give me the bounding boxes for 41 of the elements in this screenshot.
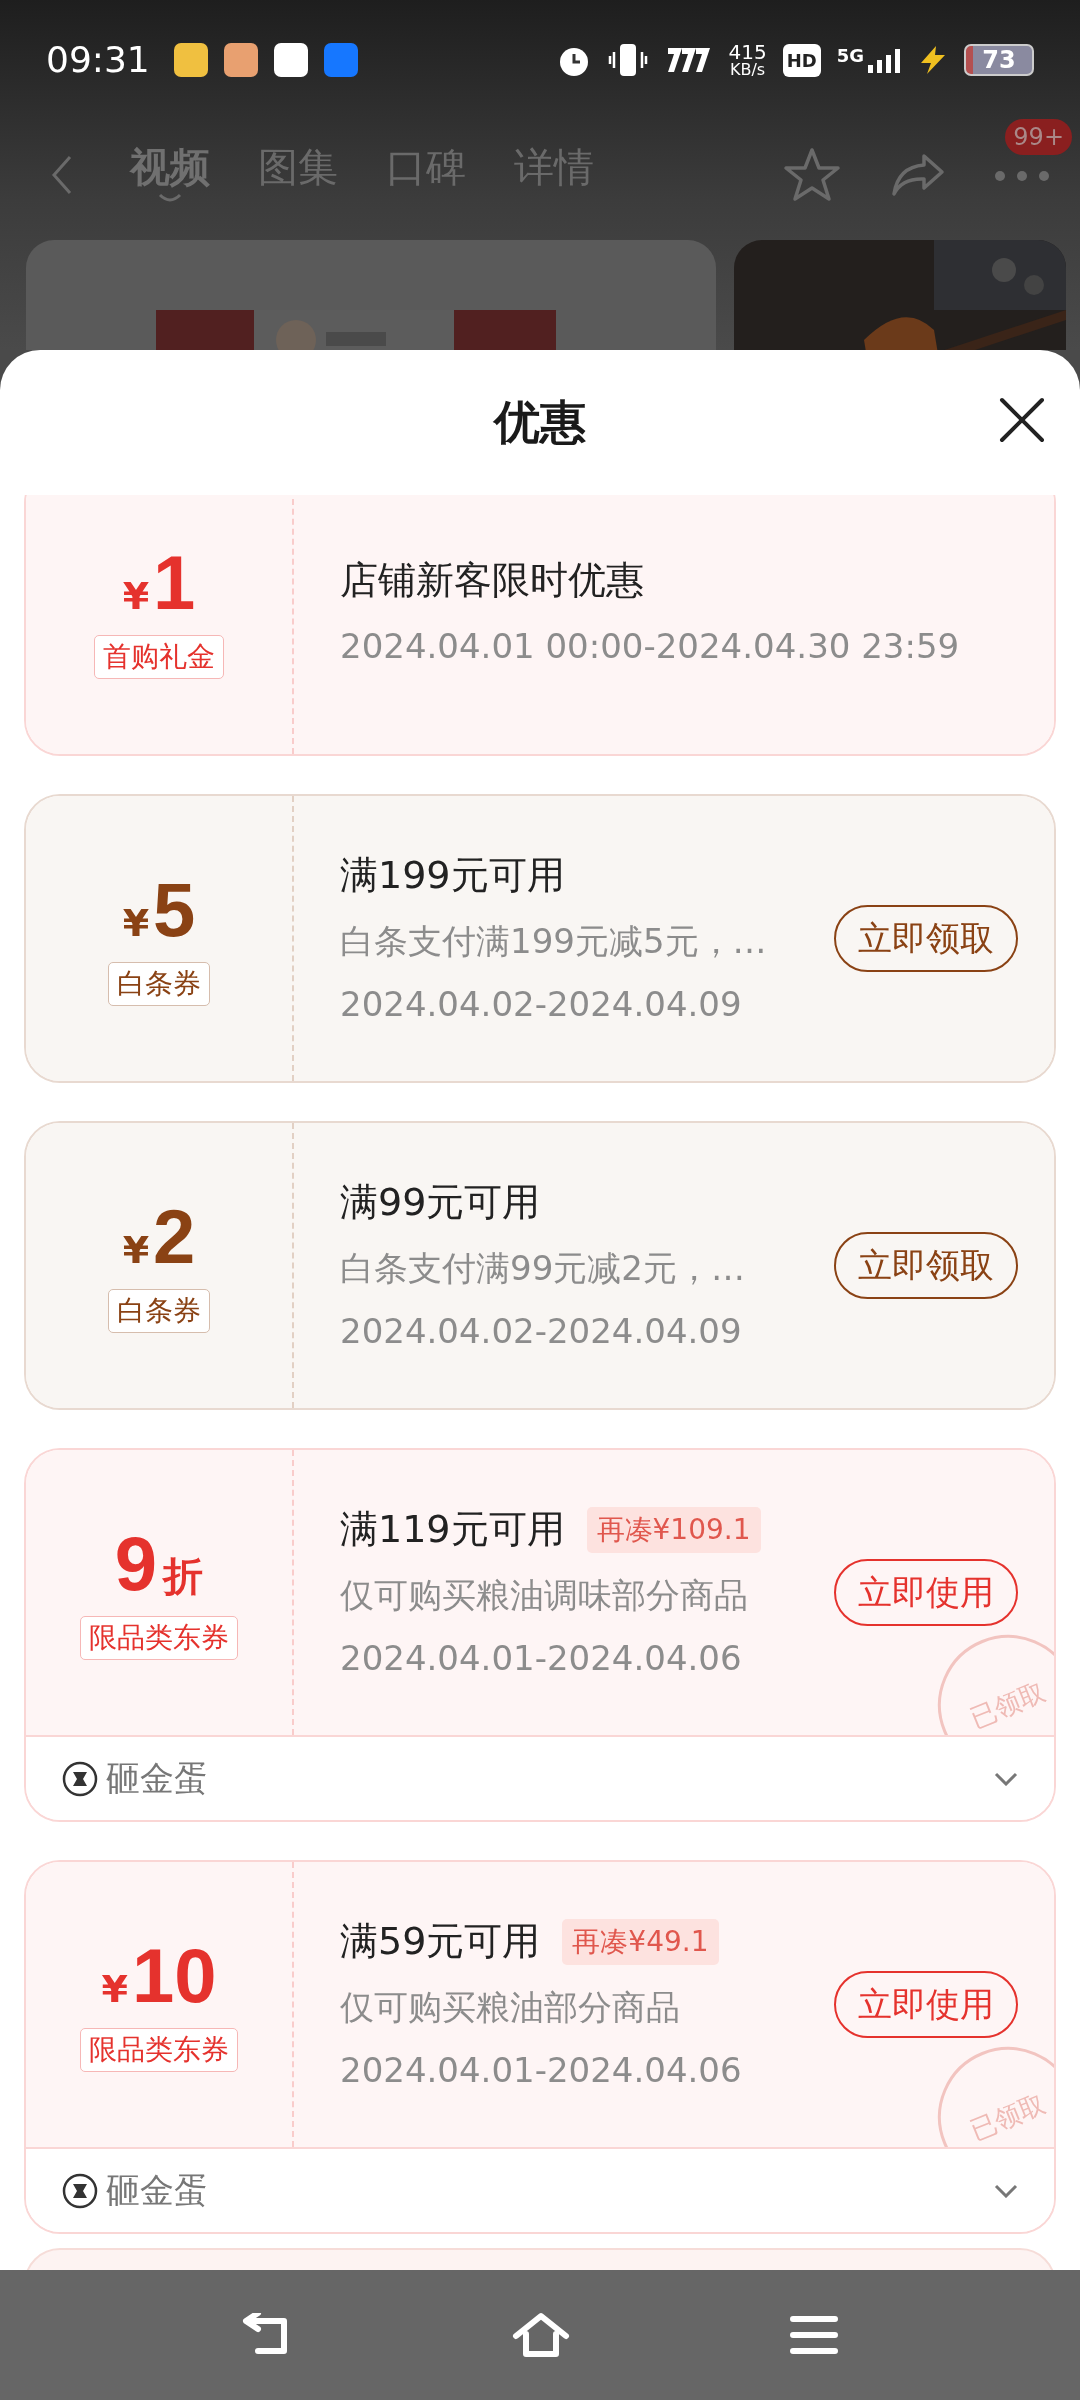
coupon-type-label: 限品类东券: [80, 1615, 238, 1660]
speed-unit: KB/s: [729, 62, 766, 78]
coupon-amount: 9折: [114, 1525, 204, 1602]
coupon-title: 满199元可用: [340, 852, 565, 899]
validity-dates: 2024.04.02-2024.04.09: [340, 983, 743, 1026]
coupon-title: 满59元可用: [340, 1918, 541, 1965]
clock-time: 09:31: [46, 38, 150, 82]
claim-button[interactable]: 立即使用: [834, 1971, 1018, 2038]
claim-button[interactable]: 立即领取: [834, 905, 1018, 972]
coupon-type-label: 白条券: [108, 961, 210, 1006]
coupon-title: 满99元可用: [340, 1179, 541, 1226]
validity-dates: 2024.04.01-2024.04.06: [340, 1637, 743, 1680]
coupon-description: 仅可购买粮油部分商品: [340, 1986, 681, 2029]
validity-dates: 2024.04.02-2024.04.09: [340, 1310, 743, 1353]
promotion-label: 砸金蛋: [106, 1757, 208, 1800]
coupon-description: 白条支付满199元减5元，…: [340, 920, 768, 963]
coupon-amount: ¥2: [122, 1198, 196, 1275]
coupon-description: 白条支付满99元减2元，…: [340, 1247, 746, 1290]
coupon-type-label: 限品类东券: [80, 2027, 238, 2072]
network-type: 5G: [836, 47, 864, 65]
sheet-title: 优惠: [494, 394, 586, 451]
coupon-amount: ¥1: [122, 544, 196, 621]
battery-level: 73: [964, 44, 1034, 76]
coupon-amount: ¥10: [101, 1937, 217, 2014]
coupon-type-label: 首购礼金: [94, 634, 224, 679]
validity-dates: 2024.04.01 00:00-2024.04.30 23:59: [340, 624, 961, 668]
validity-dates: 2024.04.01-2024.04.06: [340, 2049, 743, 2092]
coupon-title: 店铺新客限时优惠: [340, 556, 644, 604]
claim-button[interactable]: 立即使用: [834, 1559, 1018, 1626]
hd-indicator: HD: [782, 43, 821, 77]
claim-button[interactable]: 立即领取: [834, 1232, 1018, 1299]
tab[interactable]: 视频: [130, 143, 210, 191]
coupon-amount: ¥5: [122, 871, 196, 948]
notification-badge: 99+: [1005, 119, 1072, 155]
remaining-amount-tag: 再凑¥109.1: [586, 1506, 761, 1553]
coupon-description: 仅可购买粮油调味部分商品: [340, 1574, 749, 1617]
coupon-type-label: 白条券: [108, 1288, 210, 1333]
coupon-title: 满119元可用: [340, 1506, 565, 1553]
remaining-amount-tag: 再凑¥49.1: [562, 1918, 719, 1965]
network-speed: 415: [728, 42, 767, 62]
promotion-label: 砸金蛋: [106, 2169, 208, 2212]
